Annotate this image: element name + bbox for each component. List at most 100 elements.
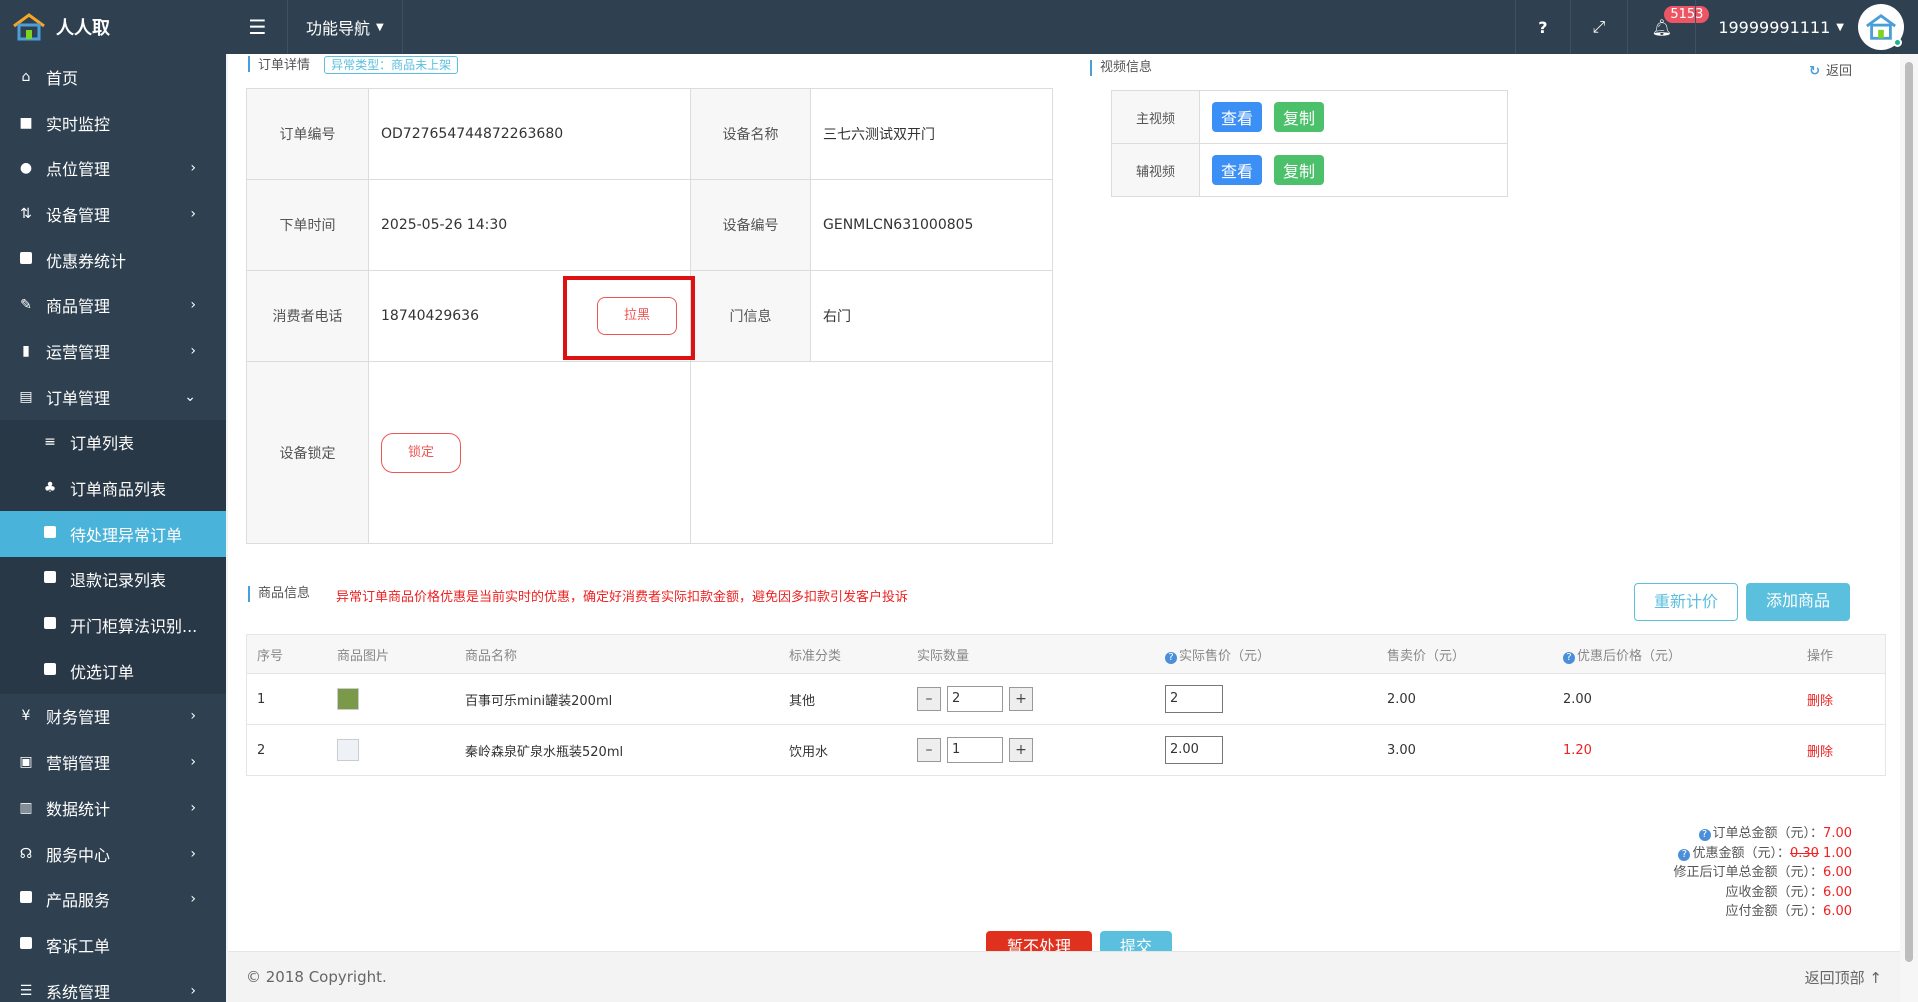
fullscreen-button[interactable]: ⤢ — [1569, 0, 1628, 54]
sidebar-item-system[interactable]: ☰ 系统管理 › — [0, 968, 226, 1002]
square-icon — [42, 571, 58, 587]
sub-video-view-button[interactable]: 查看 — [1212, 155, 1263, 185]
back-button[interactable]: ↻ 返回 — [1809, 60, 1852, 79]
sub-video-copy-button[interactable]: 复制 — [1274, 155, 1325, 185]
sort-icon: ⇅ — [20, 205, 32, 222]
sub-video-label: 辅视频 — [1111, 143, 1200, 197]
function-nav-dropdown[interactable]: 功能导航 ▼ — [288, 0, 403, 54]
edit-icon: ✎ — [20, 297, 32, 314]
page-scrollbar[interactable] — [1900, 54, 1918, 1002]
qty-minus-button[interactable]: – — [917, 738, 941, 762]
app-logo[interactable]: 人人取 — [0, 0, 228, 54]
highlight-box — [563, 276, 695, 360]
sidebar-item-label: 优惠券统计 — [46, 251, 127, 271]
delete-link[interactable]: 删除 — [1797, 690, 1877, 709]
sidebar-subitem-preferred-orders[interactable]: 优选订单 — [0, 648, 226, 694]
phone-label: 消费者电话 — [246, 270, 369, 362]
main-video-view-button[interactable]: 查看 — [1212, 102, 1263, 132]
main-video-copy-button[interactable]: 复制 — [1274, 102, 1325, 132]
lock-label: 设备锁定 — [246, 361, 369, 544]
main-content: 订单详情 异常类型：商品未上架 订单编号 OD72765474487226368… — [228, 54, 1900, 1002]
square-icon — [42, 617, 58, 633]
sidebar-item-label: 系统管理 — [46, 982, 111, 1002]
caret-down-icon: ▼ — [376, 21, 384, 33]
question-icon: ? — [1538, 17, 1548, 37]
add-goods-button[interactable]: 添加商品 — [1746, 583, 1850, 621]
sidebar-item-coupon-stats[interactable]: 优惠券统计 — [0, 237, 226, 283]
arrow-up-icon: ↑ — [1869, 968, 1882, 987]
order-time-value: 2025-05-26 14:30 — [368, 179, 691, 271]
sidebar-item-product-service[interactable]: 产品服务 › — [0, 876, 226, 922]
user-menu[interactable]: 19999991111 ▼ — [1695, 0, 1918, 54]
square-icon — [18, 251, 34, 268]
sidebar-item-label: 设备管理 — [46, 205, 111, 225]
goods-info-title: 商品信息 — [248, 586, 310, 602]
back-to-top-link[interactable]: 返回顶部 ↑ — [1805, 967, 1882, 988]
sidebar-item-label: 数据统计 — [46, 799, 111, 819]
scrollbar-thumb[interactable] — [1905, 62, 1913, 962]
help-button[interactable]: ? — [1515, 0, 1569, 54]
sidebar-item-monitor[interactable]: ■ 实时监控 — [0, 100, 226, 146]
gift-icon: ▣ — [19, 754, 33, 771]
sidebar-item-service-center[interactable]: ☊ 服务中心 › — [0, 831, 226, 877]
sidebar-item-finance[interactable]: ¥ 财务管理 › — [0, 694, 226, 740]
lock-button[interactable]: 锁定 — [381, 432, 461, 473]
bar-chart-icon: ▥ — [19, 799, 33, 816]
delete-link[interactable]: 删除 — [1797, 741, 1877, 760]
sidebar-item-device[interactable]: ⇅ 设备管理 › — [0, 191, 226, 237]
sidebar-item-label: 优选订单 — [70, 662, 135, 682]
reprice-button[interactable]: 重新计价 — [1634, 583, 1738, 621]
table-row: 2 秦岭森泉矿泉水瓶装520ml 饮用水 –1 + 2.00 3.00 1.20 … — [247, 724, 1885, 775]
notification-button[interactable]: 🔔︎ 5153 — [1627, 0, 1710, 54]
sidebar-item-home[interactable]: ⌂ 首页 — [0, 54, 226, 100]
actual-price-input[interactable]: 2.00 — [1165, 736, 1223, 764]
goods-category: 其他 — [789, 693, 816, 709]
avatar[interactable] — [1858, 4, 1904, 50]
square-icon — [42, 662, 58, 679]
summary-receivable: 应收金额（元）：6.00 — [1725, 884, 1852, 900]
app-name: 人人取 — [56, 18, 110, 39]
sidebar-item-marketing[interactable]: ▣ 营销管理 › — [0, 739, 226, 785]
qty-input[interactable]: 1 — [947, 737, 1003, 763]
footer: © 2018 Copyright. 返回顶部 ↑ — [228, 951, 1900, 1002]
sidebar-item-complaint-ticket[interactable]: 客诉工单 — [0, 922, 226, 968]
qty-input[interactable]: 2 — [947, 686, 1003, 712]
goods-table: 序号 商品图片 商品名称 标准分类 实际数量 ? 实际售价（元） 售卖价（元） ?… — [246, 634, 1886, 776]
chevron-right-icon: › — [190, 845, 196, 862]
row-no: 2 — [257, 742, 266, 758]
sidebar-item-goods[interactable]: ✎ 商品管理 › — [0, 282, 226, 328]
sidebar-item-label: 待处理异常订单 — [70, 525, 183, 545]
actual-price-input[interactable]: 2 — [1165, 685, 1223, 713]
chevron-right-icon: › — [190, 205, 196, 222]
menu-toggle-button[interactable]: ☰ — [228, 0, 288, 54]
square-icon — [18, 936, 34, 953]
product-thumbnail — [337, 688, 359, 710]
order-detail-title: 订单详情 异常类型：商品未上架 — [248, 56, 459, 74]
discount-price: 1.20 — [1563, 742, 1592, 758]
sidebar-item-statistics[interactable]: ▥ 数据统计 › — [0, 785, 226, 831]
sidebar-item-location[interactable]: ● 点位管理 › — [0, 145, 226, 191]
sidebar-item-orders[interactable]: ▤ 订单管理 ⌄ — [0, 374, 226, 420]
sidebar-item-label: 营销管理 — [46, 754, 111, 774]
sidebar-subitem-order-list[interactable]: ≡ 订单列表 — [0, 420, 226, 466]
main-video-label: 主视频 — [1111, 90, 1200, 144]
chevron-right-icon: › — [190, 160, 196, 177]
summary-corrected: 修正后订单总金额（元）：6.00 — [1673, 865, 1852, 881]
qty-plus-button[interactable]: + — [1009, 738, 1033, 762]
qty-minus-button[interactable]: – — [917, 687, 941, 711]
chevron-down-icon: ⌄ — [184, 388, 196, 405]
question-circle-icon: ? — [1165, 651, 1177, 664]
sidebar-subitem-pending-exception-orders[interactable]: 待处理异常订单 — [0, 510, 226, 557]
back-label: 返回 — [1825, 64, 1852, 79]
sidebar-subitem-refund-list[interactable]: 退款记录列表 — [0, 557, 226, 603]
sidebar-subitem-algorithm-recognition[interactable]: 开门柜算法识别... — [0, 602, 226, 648]
sidebar-item-label: 首页 — [46, 68, 79, 88]
discount-price: 2.00 — [1563, 691, 1592, 707]
lock-cell: 锁定 — [368, 361, 691, 544]
sidebar-item-label: 商品管理 — [46, 297, 111, 317]
sidebar-subitem-order-goods-list[interactable]: ♣ 订单商品列表 — [0, 465, 226, 511]
hamburger-icon: ☰ — [248, 15, 267, 39]
qty-plus-button[interactable]: + — [1009, 687, 1033, 711]
sidebar-item-operation[interactable]: ▮ 运营管理 › — [0, 328, 226, 374]
sidebar-item-label: 服务中心 — [46, 845, 111, 865]
